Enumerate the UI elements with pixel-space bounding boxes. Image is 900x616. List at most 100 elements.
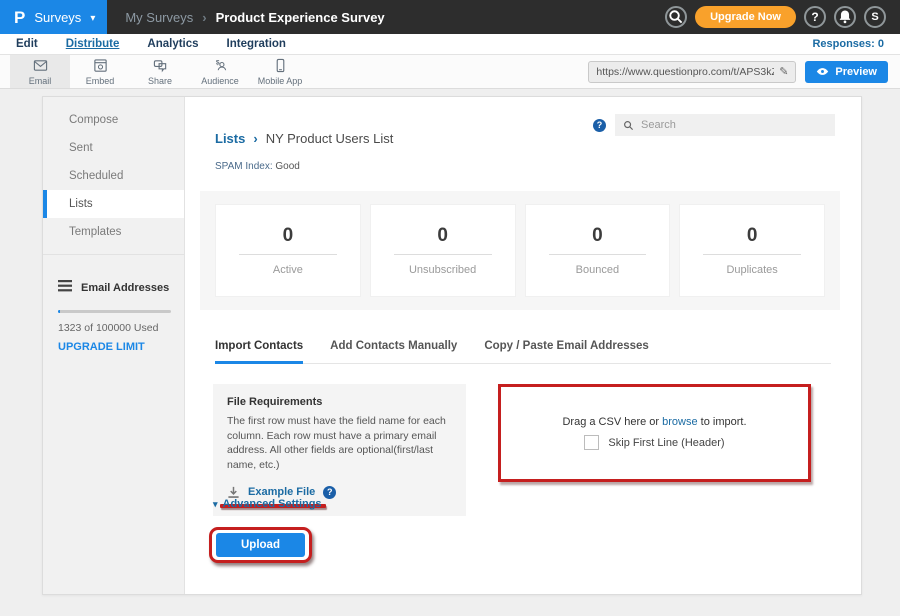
page-background: Compose Sent Scheduled Lists Templates E… [0, 89, 900, 616]
example-file-link[interactable]: Example File [227, 486, 336, 499]
import-contacts-section: File Requirements The first row must hav… [213, 384, 811, 516]
search-icon [623, 120, 634, 131]
mobile-app-icon [273, 58, 288, 75]
tab-distribute[interactable]: Distribute [66, 38, 120, 50]
help-icon[interactable] [804, 6, 826, 28]
questionpro-logo: P [14, 9, 25, 26]
list-name: NY Product Users List [266, 131, 394, 146]
advanced-settings-label: Advanced Settings [223, 498, 322, 510]
sidebar-item-compose[interactable]: Compose [43, 106, 184, 134]
skip-first-line-checkbox[interactable] [584, 435, 599, 450]
breadcrumb-separator-icon [253, 131, 257, 146]
avatar[interactable]: S [864, 6, 886, 28]
eye-icon [816, 67, 829, 76]
surveys-menu-button[interactable]: P Surveys [0, 0, 107, 34]
search-field[interactable] [615, 114, 835, 136]
stats-strip: 0 Active 0 Unsubscribed 0 Bounced 0 [200, 191, 840, 310]
tool-mobile-app[interactable]: Mobile App [250, 55, 310, 88]
skip-first-line-row: Skip First Line (Header) [584, 435, 724, 450]
breadcrumb-my-surveys[interactable]: My Surveys [125, 10, 193, 25]
spam-index-label: SPAM Index: [215, 161, 273, 172]
tool-share[interactable]: Share [130, 55, 190, 88]
search-input[interactable] [641, 119, 827, 131]
contacts-tabs: Import Contacts Add Contacts Manually Co… [215, 340, 831, 364]
usage-progress-fill [58, 310, 60, 313]
example-file-help-icon[interactable] [323, 486, 336, 499]
list-content: Lists NY Product Users List SPAM Index: … [185, 97, 861, 594]
breadcrumb: My Surveys Product Experience Survey [125, 10, 384, 25]
email-addresses-title: Email Addresses [81, 282, 169, 294]
topbar-actions: Upgrade Now S [665, 6, 900, 28]
stat-label: Unsubscribed [409, 264, 476, 276]
survey-title: Product Experience Survey [216, 10, 385, 25]
stat-divider [239, 254, 337, 255]
email-icon [33, 58, 48, 75]
stat-value: 0 [747, 225, 758, 247]
tool-label: Email [29, 76, 52, 86]
svg-text:$: $ [215, 59, 219, 66]
upload-button[interactable]: Upload [216, 533, 305, 557]
email-addresses-block: Email Addresses 1323 of 100000 Used UPGR… [43, 255, 184, 353]
upgrade-now-button[interactable]: Upgrade Now [695, 6, 796, 28]
tool-audience[interactable]: $ Audience [190, 55, 250, 88]
stat-divider [549, 254, 647, 255]
upgrade-limit-link[interactable]: UPGRADE LIMIT [58, 341, 171, 353]
caret-down-icon [213, 498, 218, 510]
distribute-toolbar: Email Embed Share $ Audience Mobile App … [0, 55, 900, 89]
chevron-down-icon [90, 8, 95, 26]
survey-url-field[interactable]: https://www.questionpro.com/t/APS3kZgfo … [588, 61, 796, 83]
notifications-bell-icon[interactable] [834, 6, 856, 28]
stat-card-bounced: 0 Bounced [525, 204, 671, 297]
advanced-settings-toggle[interactable]: Advanced Settings [213, 498, 322, 510]
product-label: Surveys [34, 10, 81, 25]
file-requirements-title: File Requirements [227, 396, 452, 408]
sidebar-item-lists[interactable]: Lists [43, 190, 184, 218]
dropzone-text: Drag a CSV here or browse to import. [562, 416, 746, 428]
tool-label: Mobile App [258, 76, 303, 86]
tool-email[interactable]: Email [10, 55, 70, 88]
survey-url: https://www.questionpro.com/t/APS3kZgfo [596, 66, 774, 78]
sidebar-item-templates[interactable]: Templates [43, 218, 184, 246]
tab-edit[interactable]: Edit [16, 38, 38, 50]
stat-divider [703, 254, 801, 255]
edit-pencil-icon[interactable]: ✎ [779, 65, 788, 78]
tab-analytics[interactable]: Analytics [147, 38, 198, 50]
sidebar-item-sent[interactable]: Sent [43, 134, 184, 162]
tab-add-contacts-manually[interactable]: Add Contacts Manually [330, 340, 457, 364]
search-icon[interactable] [665, 6, 687, 28]
tool-embed[interactable]: Embed [70, 55, 130, 88]
tool-label: Share [148, 76, 172, 86]
responses-count[interactable]: Responses: 0 [812, 38, 884, 50]
stat-value: 0 [283, 225, 294, 247]
sidebar-item-scheduled[interactable]: Scheduled [43, 162, 184, 190]
tool-label: Embed [86, 76, 115, 86]
tab-integration[interactable]: Integration [227, 38, 286, 50]
toolbar-right: https://www.questionpro.com/t/APS3kZgfo … [588, 55, 900, 88]
stat-value: 0 [592, 225, 603, 247]
audience-icon: $ [213, 58, 228, 75]
dropzone-text-after: to import. [701, 416, 747, 428]
annotation-box-upload: Upload [209, 527, 312, 563]
embed-icon [93, 58, 108, 75]
help-question-icon[interactable] [593, 119, 606, 132]
file-requirements-body: The first row must have the field name f… [227, 414, 452, 473]
survey-nav: Edit Distribute Analytics Integration Re… [0, 34, 900, 55]
stat-card-active: 0 Active [215, 204, 361, 297]
browse-link[interactable]: browse [662, 416, 697, 428]
skip-first-line-label: Skip First Line (Header) [608, 437, 724, 449]
preview-button[interactable]: Preview [805, 61, 888, 83]
stat-card-duplicates: 0 Duplicates [679, 204, 825, 297]
tab-import-contacts[interactable]: Import Contacts [215, 340, 303, 364]
stat-label: Duplicates [726, 264, 777, 276]
stat-card-unsubscribed: 0 Unsubscribed [370, 204, 516, 297]
usage-progress-bar [58, 310, 171, 313]
share-icon [153, 58, 168, 75]
list-lines-icon [58, 280, 72, 295]
tab-copy-paste-email-addresses[interactable]: Copy / Paste Email Addresses [484, 340, 648, 364]
stat-label: Bounced [576, 264, 619, 276]
spam-index: SPAM Index: Good [215, 161, 300, 172]
top-navbar: P Surveys My Surveys Product Experience … [0, 0, 900, 34]
distribute-sidebar: Compose Sent Scheduled Lists Templates E… [43, 97, 185, 594]
csv-dropzone annotation-box-dropzone[interactable]: Drag a CSV here or browse to import. Ski… [498, 384, 811, 482]
breadcrumb-lists-link[interactable]: Lists [215, 131, 245, 146]
